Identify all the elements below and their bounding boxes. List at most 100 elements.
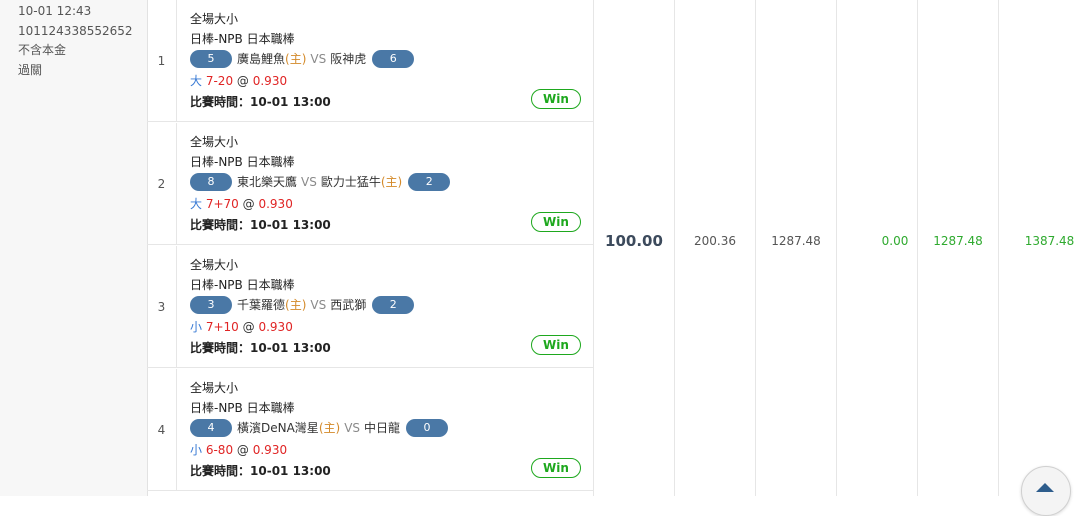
match-time-value: 10-01 13:00 (250, 218, 331, 232)
team-a-name: 橫濱DeNA灣星 (237, 421, 319, 435)
vs-label: VS (301, 175, 317, 189)
principal-note: 不含本金 (18, 43, 67, 57)
row-index: 3 (147, 246, 177, 367)
team-b-name: 西武獅 (330, 298, 367, 312)
bet-id: 101124338552652 (18, 24, 133, 38)
match-time: 比賽時間：10-01 13:00 (190, 93, 331, 111)
selection-line: 7+70 (205, 197, 239, 211)
home-tag: (主) (380, 175, 403, 189)
vs-label: VS (344, 421, 361, 435)
market-name: 全場大小 (190, 381, 239, 395)
team-b-score: 0 (406, 419, 449, 437)
result-badge: Win (531, 212, 581, 232)
result-badge: Win (531, 335, 581, 355)
team-b-name: 阪神虎 (330, 52, 367, 66)
selection: 小 7+10 @ 0.930 (190, 318, 293, 336)
commission-cell: 0.00 (837, 0, 918, 496)
match-time-value: 10-01 13:00 (250, 95, 331, 109)
market-name: 全場大小 (190, 135, 239, 149)
row-index: 4 (147, 369, 177, 490)
team-b-name: 歐力士猛牛 (320, 175, 381, 189)
team-a-name: 廣島鯉魚 (237, 52, 286, 66)
selection-odds: 0.930 (252, 443, 288, 457)
league-name: 日棒-NPB 日本職棒 (190, 401, 295, 415)
row-index: 2 (147, 123, 177, 244)
win-cell: 1287.48 (918, 0, 999, 496)
bet-row: 4 全場大小 日棒-NPB 日本職棒 4 橫濱DeNA灣星 (主) VS 中日龍… (147, 369, 593, 491)
bet-time: 10-01 12:43 (18, 4, 92, 18)
team-a-score: 5 (190, 50, 232, 68)
scroll-to-top-button[interactable] (1021, 466, 1071, 516)
team-a-name: 東北樂天鷹 (237, 175, 298, 189)
matchup: 5 廣島鯉魚 (主) VS 阪神虎 6 (190, 50, 415, 68)
selection-odds: 0.930 (252, 74, 288, 88)
return-cell: 1387.48 (999, 0, 1080, 496)
vs-label: VS (310, 52, 327, 66)
selection-side: 小 (190, 320, 203, 334)
match-time-value: 10-01 13:00 (250, 341, 331, 355)
result-badge: Win (531, 89, 581, 109)
result-badge: Win (531, 458, 581, 478)
at-sign: @ (236, 443, 249, 457)
team-a-name: 千葉羅德 (237, 298, 286, 312)
bet-info-panel: ： 10-01 12:43 ： 101124338552652 ： 不含本金 ：… (0, 0, 148, 496)
match-time-label: 比賽時間： (190, 341, 251, 355)
team-b-score: 6 (372, 50, 415, 68)
match-time: 比賽時間：10-01 13:00 (190, 339, 331, 357)
matchup: 3 千葉羅德 (主) VS 西武獅 2 (190, 296, 415, 314)
market-name: 全場大小 (190, 12, 239, 26)
bet-row: 1 全場大小 日棒-NPB 日本職棒 5 廣島鯉魚 (主) VS 阪神虎 6 大… (147, 0, 593, 122)
bet-type: 過關 (18, 63, 43, 77)
home-tag: (主) (318, 421, 341, 435)
payout-cell: 1287.48 (756, 0, 837, 496)
team-b-score: 2 (408, 173, 451, 191)
league-name: 日棒-NPB 日本職棒 (190, 32, 295, 46)
selection-side: 大 (190, 74, 203, 88)
stake-amount: 100.00 (605, 232, 663, 250)
team-b-name: 中日龍 (364, 421, 401, 435)
league-name: 日棒-NPB 日本職棒 (190, 278, 295, 292)
match-time-value: 10-01 13:00 (250, 464, 331, 478)
selection: 大 7-20 @ 0.930 (190, 72, 287, 90)
matchup: 4 橫濱DeNA灣星 (主) VS 中日龍 0 (190, 419, 449, 437)
home-tag: (主) (285, 298, 307, 312)
commission-amount: 0.00 (881, 234, 909, 248)
match-time: 比賽時間：10-01 13:00 (190, 216, 331, 234)
at-sign: @ (236, 74, 249, 88)
odds-cell: 200.36 (675, 0, 756, 496)
selection: 大 7+70 @ 0.930 (190, 195, 293, 213)
bet-details: 1 全場大小 日棒-NPB 日本職棒 5 廣島鯉魚 (主) VS 阪神虎 6 大… (147, 0, 594, 496)
stake-cell: 100.00 (594, 0, 675, 496)
selection-side: 小 (190, 443, 203, 457)
at-sign: @ (242, 197, 255, 211)
team-a-score: 3 (190, 296, 232, 314)
market-name: 全場大小 (190, 258, 239, 272)
row-index: 1 (147, 0, 177, 121)
match-time: 比賽時間：10-01 13:00 (190, 462, 331, 480)
selection-odds: 0.930 (258, 197, 293, 211)
selection-side: 大 (190, 197, 203, 211)
home-tag: (主) (285, 52, 307, 66)
selection-line: 7-20 (205, 74, 234, 88)
payout-amount: 1287.48 (771, 234, 821, 248)
matchup: 8 東北樂天鷹 VS 歐力士猛牛 (主) 2 (190, 173, 451, 191)
team-a-score: 8 (190, 173, 232, 191)
total-return: 1387.48 (1024, 234, 1075, 248)
team-b-score: 2 (372, 296, 415, 314)
selection-odds: 0.930 (258, 320, 293, 334)
match-time-label: 比賽時間： (190, 464, 251, 478)
bet-row: 2 全場大小 日棒-NPB 日本職棒 8 東北樂天鷹 VS 歐力士猛牛 (主) … (147, 123, 593, 245)
combined-odds: 200.36 (694, 234, 736, 248)
match-time-label: 比賽時間： (190, 95, 251, 109)
vs-label: VS (310, 298, 327, 312)
selection-line: 6-80 (205, 443, 234, 457)
team-a-score: 4 (190, 419, 232, 437)
selection-line: 7+10 (205, 320, 239, 334)
selection: 小 6-80 @ 0.930 (190, 441, 287, 459)
win-amount: 1287.48 (933, 234, 983, 248)
match-time-label: 比賽時間： (190, 218, 251, 232)
league-name: 日棒-NPB 日本職棒 (190, 155, 295, 169)
at-sign: @ (242, 320, 255, 334)
bet-row: 3 全場大小 日棒-NPB 日本職棒 3 千葉羅德 (主) VS 西武獅 2 小… (147, 246, 593, 368)
triangle-up-icon (1036, 483, 1054, 492)
